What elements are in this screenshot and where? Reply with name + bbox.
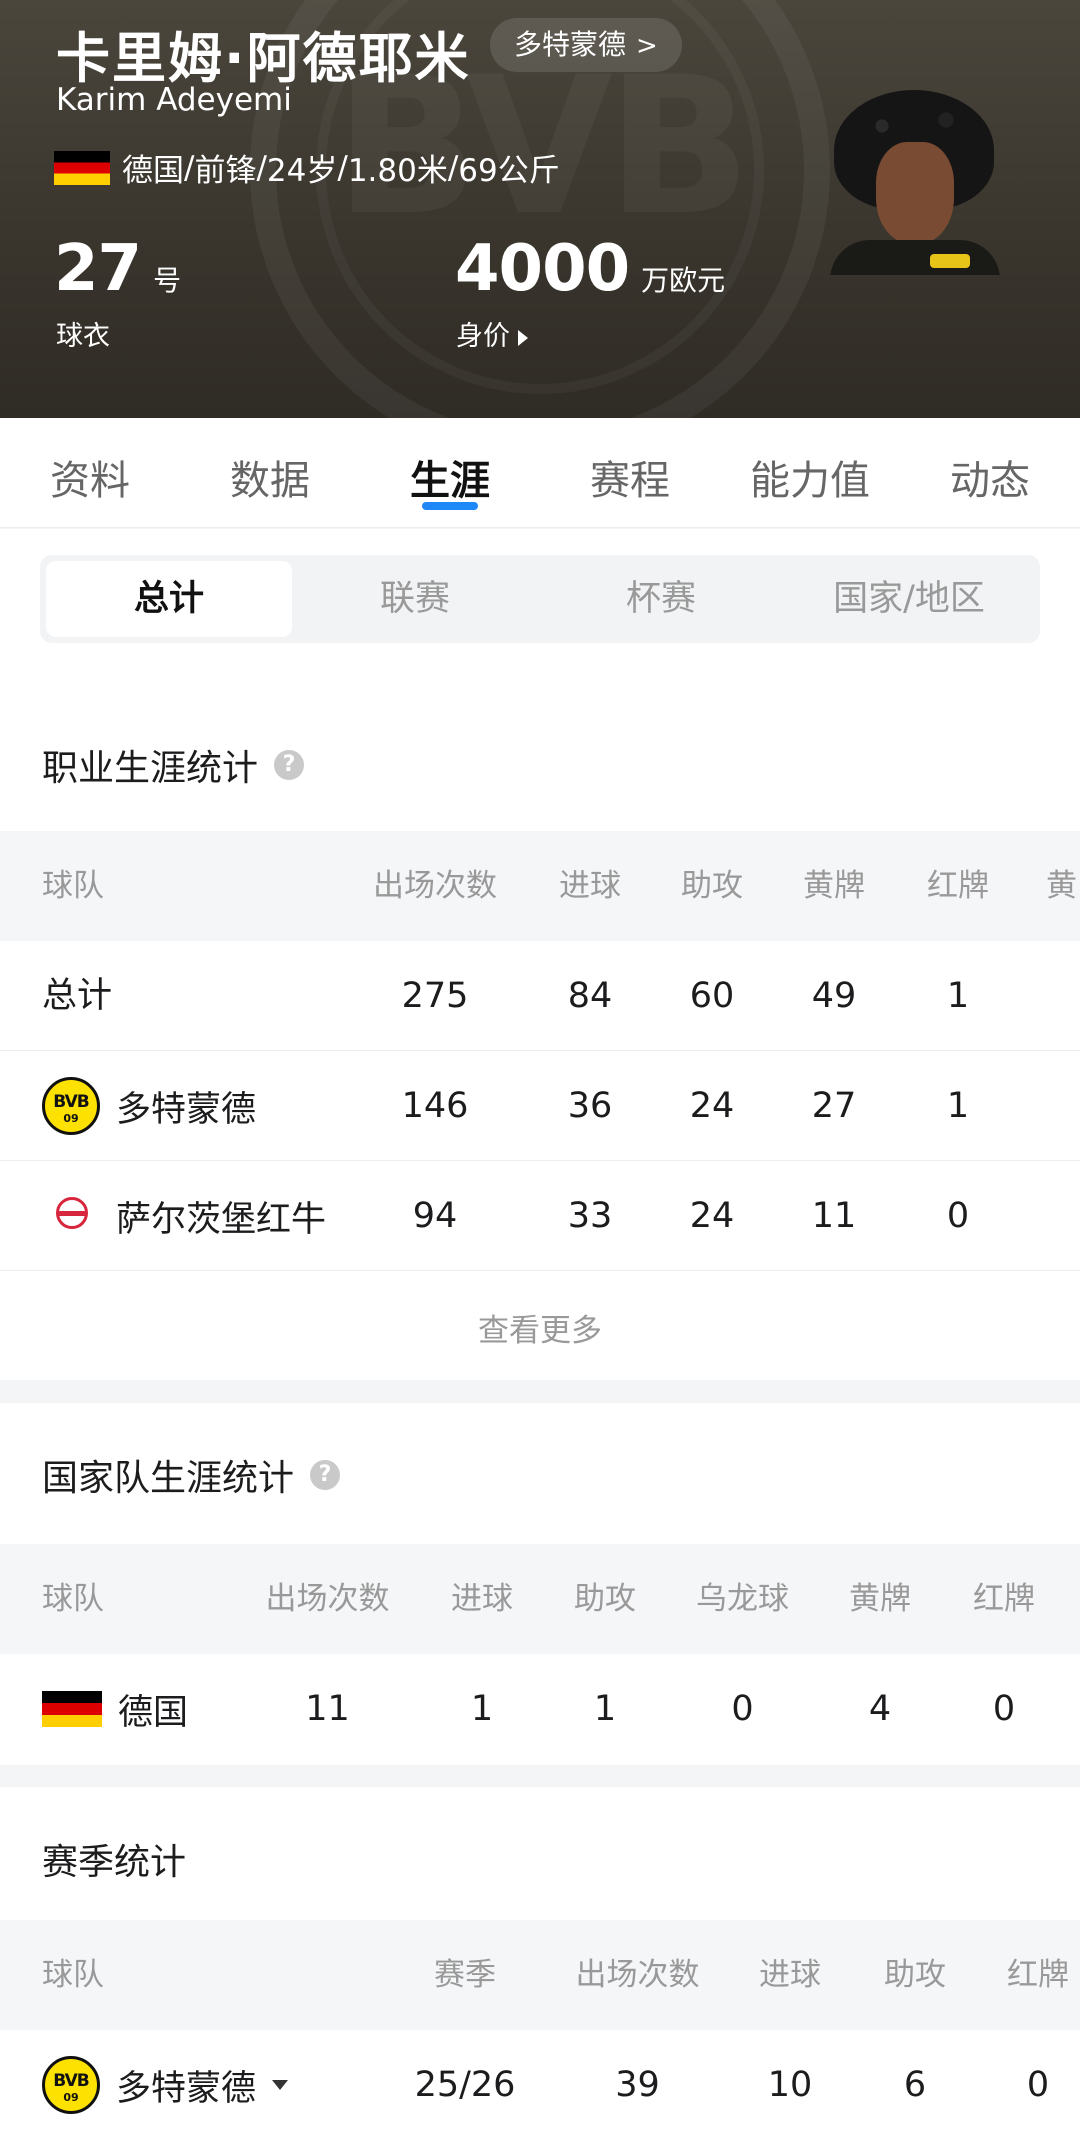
- table-row[interactable]: 萨尔茨堡红牛 94 33 24 11 0: [0, 1161, 1080, 1271]
- career-table-header: 球队 出场次数 进球 助攻 黄牌 红牌 黄: [0, 831, 1080, 941]
- market-value-number: 4000: [455, 232, 630, 306]
- profile-tab-bar: 资料 数据 生涯 赛程 能力值 动态: [0, 418, 1080, 528]
- club-chip-label: 多特蒙德: [514, 28, 627, 61]
- market-value-unit: 万欧元: [641, 264, 726, 297]
- team-cell: 德国: [42, 1654, 188, 1764]
- help-icon[interactable]: ?: [310, 1460, 341, 1490]
- player-name-en: Karim Adeyemi: [56, 82, 292, 118]
- shirt-number-unit: 号: [153, 264, 182, 297]
- career-card: 总计 联赛 杯赛 国家/地区 职业生涯统计 ? 球队 出场次数 进球 助攻 黄牌…: [0, 529, 1080, 1380]
- info-height: 1.80米: [347, 153, 448, 189]
- player-photo: [830, 80, 1000, 275]
- segment-cup[interactable]: 杯赛: [538, 561, 784, 637]
- season-table-header: 球队 赛季 出场次数 进球 助攻 红牌: [0, 1920, 1080, 2030]
- info-country: 德国: [122, 153, 184, 189]
- national-table-header: 球队 出场次数 进球 助攻 乌龙球 黄牌 红牌: [0, 1544, 1080, 1654]
- national-section-title: 国家队生涯统计 ?: [42, 1449, 341, 1501]
- team-name: 多特蒙德: [116, 2068, 257, 2109]
- player-info-line: 德国 / 前锋 / 24岁 / 1.80米 / 69公斤: [54, 145, 560, 190]
- tab-career[interactable]: 生涯: [410, 448, 490, 506]
- table-row[interactable]: 总计 275 84 60 49 1: [0, 941, 1080, 1051]
- caret-down-icon: [272, 2080, 289, 2090]
- team-name: 德国: [118, 1692, 189, 1733]
- team-name: 萨尔茨堡红牛: [116, 1199, 327, 1240]
- table-row[interactable]: 多特蒙德 146 36 24 27 1: [0, 1051, 1080, 1161]
- competition-segmented-control: 总计 联赛 杯赛 国家/地区: [40, 555, 1040, 643]
- national-team-card: 国家队生涯统计 ? 球队 出场次数 进球 助攻 乌龙球 黄牌 红牌 德国 11 …: [0, 1403, 1080, 1765]
- red-bull-salzburg-logo-icon: [42, 1187, 100, 1245]
- tab-stats[interactable]: 数据: [230, 448, 310, 506]
- shirt-number: 27: [54, 232, 142, 306]
- bvb-logo-icon: [42, 1077, 100, 1135]
- segment-total[interactable]: 总计: [46, 561, 292, 637]
- bvb-logo-icon: [42, 2056, 100, 2114]
- tab-ability[interactable]: 能力值: [750, 448, 870, 506]
- tab-schedule[interactable]: 赛程: [590, 448, 670, 506]
- segment-league[interactable]: 联赛: [292, 561, 538, 637]
- segment-national[interactable]: 国家/地区: [784, 561, 1034, 637]
- chevron-right-icon: >: [636, 31, 658, 61]
- team-name: 总计: [42, 976, 113, 1016]
- player-header: BVB 卡里姆·阿德耶米 多特蒙德> Karim Adeyemi 德国 / 前锋…: [0, 0, 1080, 418]
- info-age: 24岁: [266, 153, 338, 189]
- season-section-title: 赛季统计: [42, 1842, 187, 1883]
- club-link-button[interactable]: 多特蒙德 >: [490, 18, 682, 72]
- view-more-button[interactable]: 查看更多: [0, 1305, 1080, 1350]
- help-icon[interactable]: ?: [274, 750, 305, 780]
- table-row[interactable]: 德国 11 1 1 0 4 0: [0, 1654, 1080, 1764]
- team-selector[interactable]: 多特蒙德: [42, 2030, 289, 2135]
- table-row[interactable]: 多特蒙德 25/26 39 10 6 0: [0, 2030, 1080, 2135]
- market-value-link[interactable]: 身价: [456, 314, 528, 353]
- germany-flag-icon: [54, 150, 110, 185]
- shirt-number-stat: 27 号: [54, 232, 181, 306]
- team-cell: 萨尔茨堡红牛: [42, 1161, 326, 1271]
- team-cell: 多特蒙德: [42, 1051, 256, 1161]
- shirt-caption: 球衣: [56, 321, 110, 352]
- market-value-stat: 4000 万欧元: [455, 232, 725, 306]
- info-weight: 69公斤: [458, 153, 560, 189]
- team-name: 多特蒙德: [116, 1089, 257, 1130]
- tab-profile[interactable]: 资料: [50, 448, 130, 506]
- active-tab-indicator: [422, 502, 478, 510]
- career-section-title: 职业生涯统计 ?: [42, 739, 305, 791]
- caret-right-icon: [518, 329, 528, 346]
- season-card: 赛季统计 球队 赛季 出场次数 进球 助攻 红牌 多特蒙德 25/26 39 1…: [0, 1787, 1080, 2135]
- germany-flag-icon: [42, 1691, 102, 1727]
- tab-news[interactable]: 动态: [950, 448, 1030, 506]
- info-position: 前锋: [194, 153, 257, 189]
- market-value-caption: 身价: [456, 321, 510, 352]
